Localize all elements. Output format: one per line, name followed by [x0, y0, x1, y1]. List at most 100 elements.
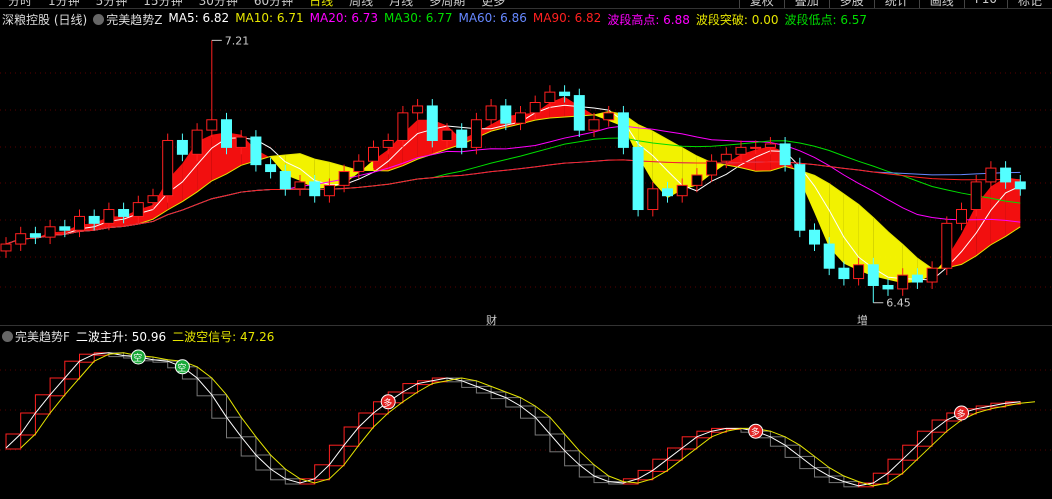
oscillator-yellow-line: [20, 352, 1036, 487]
legend-item: MA10: 6.71: [235, 11, 304, 25]
candle-body: [456, 129, 468, 148]
candle-body: [412, 105, 424, 114]
candle-body: [323, 184, 335, 197]
candle-body: [338, 171, 350, 186]
candle-body: [0, 243, 12, 252]
candle-body: [515, 112, 526, 124]
candle-body: [970, 181, 982, 211]
high-label: 7.21: [225, 34, 250, 47]
candle-body: [838, 267, 850, 280]
candle-body: [353, 160, 365, 173]
candle-body: [764, 143, 776, 148]
short-signal-label: 空: [177, 362, 186, 374]
candle-body: [735, 146, 747, 155]
candle-body: [985, 167, 997, 183]
indicator-name[interactable]: 完美趋势Z: [106, 13, 162, 27]
low-label: 6.45: [886, 297, 911, 310]
candle-body: [132, 202, 144, 217]
main-legend: 深粮控股 (日线) 完美趋势Z MA5: 6.82 MA10: 6.71 MA20:…: [2, 11, 867, 28]
candle-body: [426, 105, 438, 141]
candle-body: [59, 226, 71, 231]
candle-body: [88, 215, 100, 224]
trend-ribbon: [755, 146, 771, 172]
candle-body: [941, 222, 953, 269]
sub-legend: 完美趋势F 二波主升: 50.96 二波空信号: 47.26: [2, 328, 274, 345]
long-signal-label: 多: [383, 397, 392, 409]
candle-body: [265, 164, 277, 173]
candle-body: [15, 233, 27, 245]
candle-body: [368, 146, 379, 162]
long-signal-label: 多: [751, 426, 760, 438]
candle-body: [911, 274, 923, 283]
candle-body: [867, 264, 879, 286]
candle-body: [470, 119, 482, 148]
candle-body: [897, 274, 909, 290]
candle-body: [74, 215, 85, 231]
candle-body: [588, 119, 600, 131]
legend-item: 波段突破: 0.00: [695, 13, 779, 27]
candle-body: [750, 146, 762, 149]
candle-body: [309, 181, 321, 197]
candle-body: [662, 188, 673, 197]
legend-item: MA30: 6.77: [384, 11, 453, 25]
candle-body: [529, 102, 541, 114]
candle-body: [882, 284, 894, 290]
candle-body: [397, 112, 409, 141]
stock-title: 深粮控股 (日线): [2, 13, 88, 27]
trend-ribbon: [843, 193, 859, 271]
candle-body: [632, 146, 644, 211]
long-signal-label: 多: [957, 408, 966, 420]
candle-body: [559, 91, 571, 97]
legend-item: MA60: 6.86: [458, 11, 527, 25]
trend-ribbon: [990, 177, 1006, 245]
candle-body: [118, 209, 130, 217]
candle-body: [1014, 181, 1026, 190]
candle-body: [294, 181, 306, 190]
candle-body: [647, 188, 659, 211]
candle-body: [676, 184, 688, 197]
candle-body: [162, 139, 174, 197]
candle-body: [206, 119, 218, 131]
candle-body: [382, 139, 394, 148]
candle-body: [779, 143, 791, 166]
candle-body: [103, 209, 115, 224]
candle-body: [823, 243, 835, 269]
candle-body: [853, 264, 865, 280]
candle-body: [809, 229, 820, 245]
legend-item: 二波主升: 50.96: [75, 330, 167, 344]
candle-body: [485, 105, 497, 121]
kline-chart[interactable]: 7.216.45空空多多多: [0, 0, 1052, 499]
dropdown-icon[interactable]: [93, 14, 105, 25]
candle-body: [279, 171, 291, 190]
candle-body: [1000, 167, 1012, 183]
candle-body: [956, 209, 967, 224]
candle-body: [926, 267, 938, 283]
candle-body: [221, 119, 232, 148]
event-marker-increase[interactable]: 增: [857, 312, 868, 328]
candle-body: [29, 233, 41, 238]
candle-body: [147, 195, 159, 204]
candle-body: [691, 174, 703, 186]
candle-body: [706, 160, 718, 176]
legend-item: 二波空信号: 47.26: [172, 330, 275, 344]
dropdown-icon[interactable]: [2, 331, 13, 342]
candle-body: [44, 226, 56, 238]
candle-body: [441, 129, 453, 141]
oscillator-white-line: [5, 352, 1021, 487]
legend-item: 波段高点: 6.88: [607, 13, 690, 27]
candle-body: [500, 105, 512, 124]
sub-indicator-name[interactable]: 完美趋势F: [15, 330, 70, 344]
candle-body: [176, 139, 188, 155]
candle-body: [603, 112, 615, 121]
candle-body: [235, 136, 247, 148]
candle-body: [191, 129, 203, 155]
candle-body: [720, 153, 732, 162]
panel-divider[interactable]: [0, 325, 1052, 326]
legend-item: MA5: 6.82: [168, 11, 230, 25]
legend-item: MA90: 6.82: [532, 11, 602, 25]
candle-body: [544, 91, 556, 104]
event-marker-finance[interactable]: 财: [486, 312, 497, 328]
candle-body: [573, 95, 585, 131]
legend-item: 波段低点: 6.57: [784, 13, 868, 27]
candle-body: [617, 112, 629, 148]
